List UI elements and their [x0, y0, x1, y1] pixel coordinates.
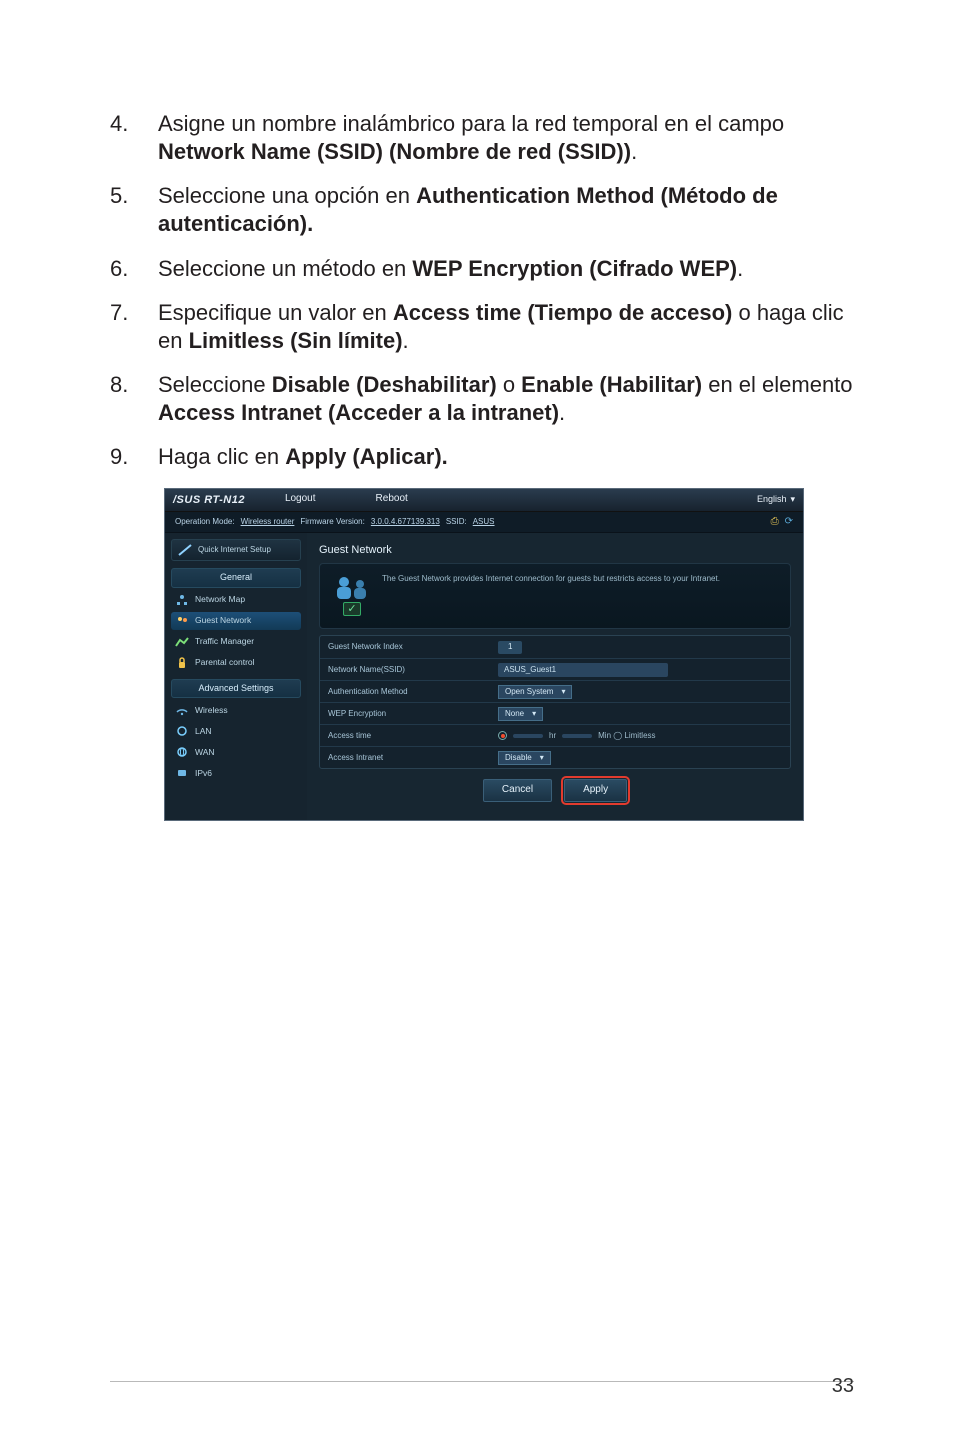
sidebar-heading-advanced: Advanced Settings [171, 679, 301, 699]
guest-network-icon [175, 615, 189, 627]
top-bar: /SUS RT-N12 Logout Reboot English▾ [165, 489, 803, 511]
apply-button[interactable]: Apply [564, 779, 627, 802]
step-7: 7. Especifique un valor en Access time (… [110, 299, 854, 355]
access-intranet-select[interactable]: Disable▾ [498, 751, 551, 765]
reboot-button[interactable]: Reboot [376, 493, 408, 506]
step-4: 4. Asigne un nombre inalámbrico para la … [110, 110, 854, 166]
wizard-icon [178, 544, 192, 556]
step-number: 8. [110, 371, 136, 427]
step-6: 6. Seleccione un método en WEP Encryptio… [110, 255, 854, 283]
traffic-manager-icon [175, 636, 189, 648]
guest-index-value: 1 [498, 641, 522, 653]
wireless-icon [175, 704, 189, 716]
chevron-down-icon: ▾ [790, 494, 795, 504]
row-ssid: Network Name(SSID) ASUS_Guest1 [320, 658, 790, 680]
cancel-button[interactable]: Cancel [483, 779, 552, 802]
sidebar-item-lan[interactable]: LAN [171, 722, 301, 740]
ssid-link[interactable]: ASUS [473, 517, 495, 527]
step-9: 9. Haga clic en Apply (Aplicar). [110, 443, 854, 471]
page-number: 33 [832, 1374, 854, 1400]
chevron-down-icon: ▾ [540, 753, 544, 763]
sidebar-item-parental-control[interactable]: Parental control [171, 654, 301, 672]
sidebar: Quick Internet Setup General Network Map… [165, 533, 307, 820]
row-access-intranet: Access Intranet Disable▾ [320, 746, 790, 768]
sidebar-item-wan[interactable]: WAN [171, 743, 301, 761]
wep-encryption-select[interactable]: None▾ [498, 707, 543, 721]
row-access-time: Access time hr Min ◯ Limitless [320, 724, 790, 746]
step-text: Haga clic en Apply (Aplicar). [158, 443, 448, 471]
sidebar-item-guest-network[interactable]: Guest Network [171, 612, 301, 630]
limitless-radio[interactable]: Min ◯ Limitless [598, 731, 655, 741]
hero-banner: ✓ The Guest Network provides Internet co… [319, 563, 791, 629]
sidebar-item-network-map[interactable]: Network Map [171, 591, 301, 609]
row-auth: Authentication Method Open System▾ [320, 680, 790, 702]
sidebar-item-qis[interactable]: Quick Internet Setup [171, 539, 301, 561]
wan-icon [175, 746, 189, 758]
row-guest-index: Guest Network Index 1 [320, 636, 790, 658]
check-icon: ✓ [343, 602, 361, 616]
hero-text: The Guest Network provides Internet conn… [382, 574, 720, 585]
operation-mode-link[interactable]: Wireless router [241, 517, 295, 527]
step-text: Seleccione Disable (Deshabilitar) o Enab… [158, 371, 854, 427]
step-text: Seleccione una opción en Authentication … [158, 182, 854, 238]
refresh-icon[interactable]: ⟳ [785, 516, 793, 529]
step-number: 5. [110, 182, 136, 238]
ipv6-icon [175, 767, 189, 779]
router-admin-screenshot: /SUS RT-N12 Logout Reboot English▾ Opera… [164, 488, 804, 822]
print-icon[interactable]: ⎙ [771, 516, 779, 529]
footer-rule [110, 1381, 854, 1382]
sidebar-heading-general: General [171, 568, 301, 588]
step-8: 8. Seleccione Disable (Deshabilitar) o E… [110, 371, 854, 427]
step-text: Seleccione un método en WEP Encryption (… [158, 255, 743, 283]
chevron-down-icon: ▾ [532, 709, 536, 719]
step-number: 4. [110, 110, 136, 166]
access-time-minutes-input[interactable] [562, 734, 592, 738]
access-time-hours-input[interactable] [513, 734, 543, 738]
step-number: 9. [110, 443, 136, 471]
sidebar-item-traffic-manager[interactable]: Traffic Manager [171, 633, 301, 651]
action-buttons: Cancel Apply [319, 769, 791, 808]
ssid-input[interactable]: ASUS_Guest1 [498, 663, 668, 677]
brand-logo: /SUS RT-N12 [173, 493, 245, 507]
step-text: Especifique un valor en Access time (Tie… [158, 299, 854, 355]
language-selector[interactable]: English▾ [757, 494, 795, 506]
sidebar-item-ipv6[interactable]: IPv6 [171, 764, 301, 782]
sidebar-item-wireless[interactable]: Wireless [171, 701, 301, 719]
panel-title: Guest Network [319, 543, 791, 557]
lan-icon [175, 725, 189, 737]
logout-button[interactable]: Logout [285, 493, 316, 506]
firmware-version-link[interactable]: 3.0.0.4.677139.313 [371, 517, 440, 527]
chevron-down-icon: ▾ [561, 687, 565, 697]
step-text: Asigne un nombre inalámbrico para la red… [158, 110, 854, 166]
step-number: 6. [110, 255, 136, 283]
step-number: 7. [110, 299, 136, 355]
settings-grid: Guest Network Index 1 Network Name(SSID)… [319, 635, 791, 769]
network-map-icon [175, 594, 189, 606]
step-5: 5. Seleccione una opción en Authenticati… [110, 182, 854, 238]
auth-method-select[interactable]: Open System▾ [498, 685, 572, 699]
parental-control-icon [175, 657, 189, 669]
meta-bar: Operation Mode: Wireless router Firmware… [165, 511, 803, 534]
main-panel: Guest Network ✓ The Guest Network provid… [307, 533, 803, 820]
people-icon: ✓ [332, 574, 372, 616]
instruction-list: 4. Asigne un nombre inalámbrico para la … [110, 110, 854, 472]
access-time-radio[interactable] [498, 731, 507, 740]
row-wep: WEP Encryption None▾ [320, 702, 790, 724]
router-admin-window: /SUS RT-N12 Logout Reboot English▾ Opera… [164, 488, 804, 822]
